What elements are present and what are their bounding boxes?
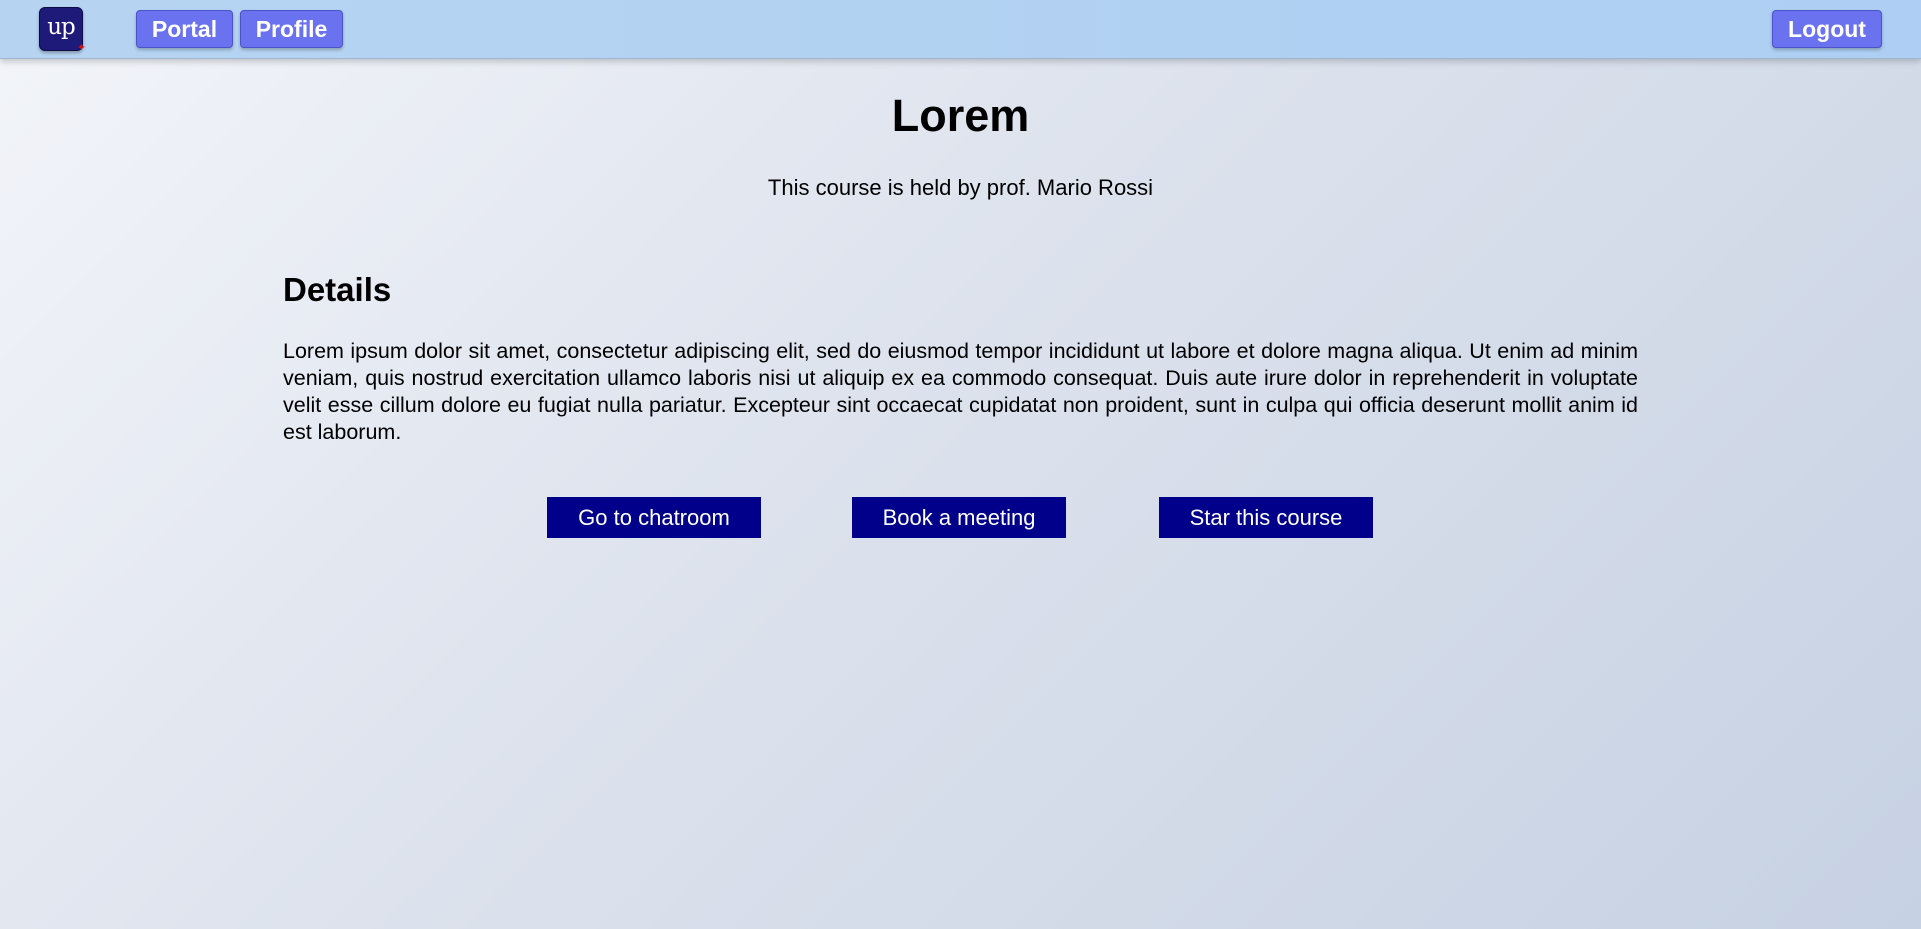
star-icon: ✦ <box>76 42 86 54</box>
details-heading: Details <box>283 271 392 308</box>
star-course-button[interactable]: Star this course <box>1159 497 1373 538</box>
course-title: Lorem <box>891 90 1030 141</box>
details-description: Lorem ipsum dolor sit amet, consectetur … <box>283 339 1638 444</box>
profile-button[interactable]: Profile <box>240 10 343 48</box>
top-navigation-bar: up ✦ Portal Profile Logout <box>0 0 1921 59</box>
logout-button[interactable]: Logout <box>1772 10 1882 48</box>
logo-text: up <box>47 13 76 40</box>
book-meeting-button[interactable]: Book a meeting <box>852 497 1066 538</box>
course-professor-subtitle: This course is held by prof. Mario Rossi <box>767 175 1154 200</box>
portal-button[interactable]: Portal <box>136 10 233 48</box>
go-to-chatroom-button[interactable]: Go to chatroom <box>547 497 761 538</box>
app-logo[interactable]: up ✦ <box>39 7 86 54</box>
